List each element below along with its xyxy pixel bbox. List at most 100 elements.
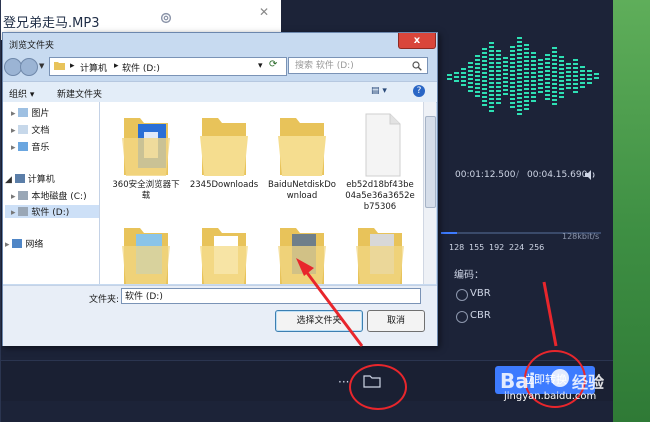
new-folder-button[interactable]: 新建文件夹 bbox=[57, 87, 102, 100]
nav-item-network[interactable]: ▸ 网络 bbox=[5, 237, 43, 250]
waveform-bar bbox=[538, 71, 543, 73]
waveform-bar bbox=[475, 87, 480, 89]
nav-item-music[interactable]: ▸ 音乐 bbox=[11, 140, 49, 153]
folder-item[interactable] bbox=[344, 218, 416, 284]
folder-item[interactable] bbox=[266, 218, 338, 284]
waveform-bar bbox=[545, 94, 550, 96]
waveform-bar bbox=[489, 42, 494, 44]
nav-item-pictures[interactable]: ▸ 图片 bbox=[11, 106, 49, 119]
waveform-bar bbox=[524, 68, 529, 70]
waveform-bar bbox=[510, 70, 515, 72]
waveform-bar bbox=[538, 91, 543, 93]
bitrate-tick: 256 bbox=[529, 243, 545, 252]
waveform-bar bbox=[552, 103, 557, 105]
waveform-bar bbox=[573, 83, 578, 85]
waveform-bar bbox=[510, 98, 515, 100]
folder-item[interactable]: eb52d18bf43be04a5e36a3652eb75306 bbox=[344, 108, 416, 213]
nav-item-drive-d[interactable]: ▸ 软件 (D:) bbox=[5, 205, 99, 218]
waveform-bar bbox=[482, 76, 487, 78]
waveform-bar bbox=[475, 63, 480, 65]
vertical-scrollbar[interactable] bbox=[423, 102, 436, 284]
organize-button[interactable]: 组织 ▾ bbox=[9, 87, 34, 100]
gear-icon[interactable] bbox=[159, 11, 173, 25]
breadcrumb-drive[interactable]: 软件 (D:) bbox=[122, 61, 160, 74]
scrollbar-thumb[interactable] bbox=[425, 116, 436, 208]
waveform-bar bbox=[538, 63, 543, 65]
view-options-icon[interactable]: ▤ ▾ bbox=[371, 86, 387, 96]
waveform-bar bbox=[447, 74, 452, 76]
folder-item[interactable] bbox=[110, 218, 182, 284]
waveform-bar bbox=[552, 87, 557, 89]
waveform-bar bbox=[538, 75, 543, 77]
waveform-bar bbox=[489, 94, 494, 96]
waveform-bar bbox=[524, 92, 529, 94]
address-dropdown-icon[interactable]: ▾ bbox=[258, 61, 263, 71]
waveform-bar bbox=[538, 83, 543, 85]
search-input[interactable]: 搜索 软件 (D:) bbox=[288, 57, 428, 74]
folder-item[interactable]: 360安全浏览器下载 bbox=[110, 108, 182, 202]
vbr-radio[interactable] bbox=[456, 289, 468, 301]
waveform-bar bbox=[475, 59, 480, 61]
select-folder-button[interactable]: 选择文件夹 bbox=[275, 310, 363, 332]
waveform-bar bbox=[461, 72, 466, 74]
waveform-bar bbox=[566, 83, 571, 85]
waveform-bar bbox=[517, 65, 522, 67]
waveform-bar bbox=[496, 90, 501, 92]
nav-item-computer[interactable]: ◢ 计算机 bbox=[5, 172, 55, 185]
waveform-bar bbox=[489, 70, 494, 72]
waveform-bar bbox=[503, 85, 508, 87]
folder-item[interactable] bbox=[188, 218, 260, 284]
nav-item-drive-c[interactable]: ▸ 本地磁盘 (C:) bbox=[11, 189, 87, 202]
waveform-bar bbox=[461, 80, 466, 82]
folder-field[interactable]: 软件 (D:) bbox=[121, 288, 421, 304]
waveform-bar bbox=[531, 92, 536, 94]
waveform-bar bbox=[552, 91, 557, 93]
waveform-bar bbox=[503, 93, 508, 95]
waveform-bar bbox=[552, 83, 557, 85]
waveform-bar bbox=[559, 88, 564, 90]
folder-icon bbox=[122, 228, 170, 284]
waveform-bar bbox=[475, 83, 480, 85]
breadcrumb-separator: ▸ bbox=[114, 61, 119, 71]
folder-item[interactable]: BaiduNetdiskDownload bbox=[266, 108, 338, 202]
waveform-bar bbox=[489, 46, 494, 48]
waveform-bar bbox=[510, 82, 515, 84]
bitrate-slider-fill bbox=[441, 232, 457, 234]
waveform-bar bbox=[468, 78, 473, 80]
history-dropdown-icon[interactable]: ▼ bbox=[39, 62, 44, 70]
dialog-close-button[interactable]: x bbox=[398, 33, 436, 49]
nav-item-documents[interactable]: ▸ 文档 bbox=[11, 123, 49, 136]
cancel-button[interactable]: 取消 bbox=[367, 310, 425, 332]
waveform-bar bbox=[559, 68, 564, 70]
waveform-bar bbox=[566, 67, 571, 69]
waveform-bar bbox=[524, 48, 529, 50]
cbr-radio[interactable] bbox=[456, 311, 468, 323]
dialog-title: 浏览文件夹 bbox=[9, 41, 55, 51]
waveform-bar bbox=[517, 85, 522, 87]
folder-icon bbox=[200, 118, 248, 176]
more-button[interactable]: ··· bbox=[338, 375, 349, 389]
waveform-bar bbox=[545, 86, 550, 88]
folder-label: eb52d18bf43be04a5e36a3652eb75306 bbox=[345, 180, 415, 212]
waveform-bar bbox=[566, 79, 571, 81]
waveform-bar bbox=[559, 64, 564, 66]
close-icon[interactable]: ✕ bbox=[259, 5, 269, 19]
browse-folder-dialog: 浏览文件夹 x ▼ ▸ 计算机 ▸ 软件 (D:) ▾ ⟳ 搜索 软件 (D:)… bbox=[2, 32, 438, 346]
forward-button[interactable] bbox=[20, 58, 38, 76]
address-bar[interactable]: ▸ 计算机 ▸ 软件 (D:) ▾ bbox=[49, 57, 287, 76]
waveform-bar bbox=[517, 61, 522, 63]
waveform-bar bbox=[503, 65, 508, 67]
waveform-bar bbox=[524, 60, 529, 62]
waveform-bar bbox=[559, 80, 564, 82]
waveform-bar bbox=[531, 84, 536, 86]
help-icon[interactable]: ? bbox=[413, 85, 425, 97]
waveform-bar bbox=[594, 73, 599, 75]
refresh-icon[interactable]: ⟳ bbox=[269, 59, 277, 70]
waveform-bar bbox=[468, 74, 473, 76]
breadcrumb-computer[interactable]: 计算机 bbox=[80, 61, 107, 74]
folder-item[interactable]: 2345Downloads bbox=[188, 108, 260, 191]
waveform-bar bbox=[552, 47, 557, 49]
waveform-bar bbox=[482, 68, 487, 70]
folder-icon bbox=[278, 228, 326, 284]
volume-icon[interactable] bbox=[584, 169, 596, 181]
